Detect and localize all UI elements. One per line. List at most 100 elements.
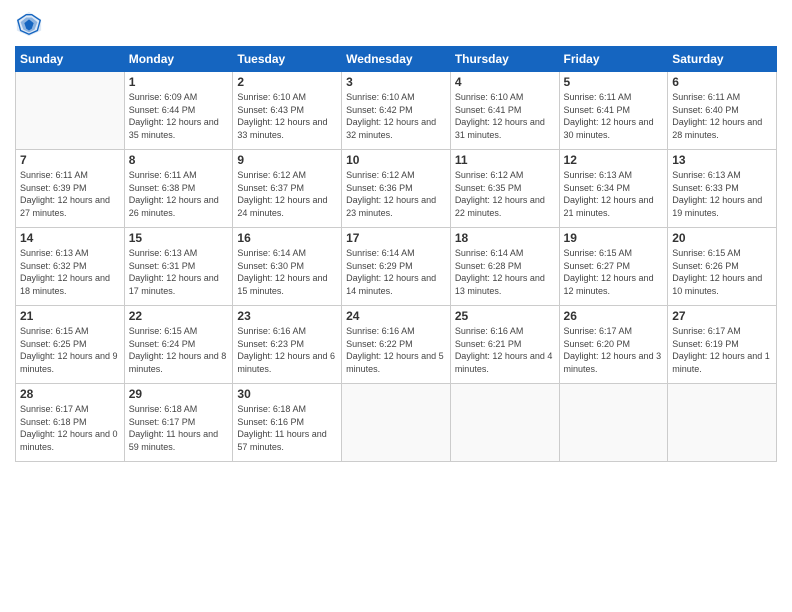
week-row-0: 1 Sunrise: 6:09 AM Sunset: 6:44 PM Daylig… [16, 72, 777, 150]
day-cell: 22 Sunrise: 6:15 AM Sunset: 6:24 PM Dayli… [124, 306, 233, 384]
day-number: 29 [129, 387, 229, 401]
day-cell [16, 72, 125, 150]
day-cell: 17 Sunrise: 6:14 AM Sunset: 6:29 PM Dayli… [342, 228, 451, 306]
day-cell: 12 Sunrise: 6:13 AM Sunset: 6:34 PM Dayli… [559, 150, 668, 228]
day-number: 1 [129, 75, 229, 89]
day-number: 2 [237, 75, 337, 89]
day-number: 17 [346, 231, 446, 245]
day-info: Sunrise: 6:11 AM Sunset: 6:41 PM Dayligh… [564, 91, 664, 141]
day-number: 8 [129, 153, 229, 167]
day-info: Sunrise: 6:11 AM Sunset: 6:38 PM Dayligh… [129, 169, 229, 219]
day-number: 25 [455, 309, 555, 323]
day-info: Sunrise: 6:15 AM Sunset: 6:26 PM Dayligh… [672, 247, 772, 297]
day-cell: 19 Sunrise: 6:15 AM Sunset: 6:27 PM Dayli… [559, 228, 668, 306]
day-info: Sunrise: 6:12 AM Sunset: 6:37 PM Dayligh… [237, 169, 337, 219]
day-number: 9 [237, 153, 337, 167]
day-number: 28 [20, 387, 120, 401]
day-info: Sunrise: 6:13 AM Sunset: 6:34 PM Dayligh… [564, 169, 664, 219]
day-info: Sunrise: 6:15 AM Sunset: 6:25 PM Dayligh… [20, 325, 120, 375]
day-info: Sunrise: 6:13 AM Sunset: 6:33 PM Dayligh… [672, 169, 772, 219]
day-number: 20 [672, 231, 772, 245]
day-cell: 18 Sunrise: 6:14 AM Sunset: 6:28 PM Dayli… [450, 228, 559, 306]
day-number: 22 [129, 309, 229, 323]
day-info: Sunrise: 6:10 AM Sunset: 6:42 PM Dayligh… [346, 91, 446, 141]
header-friday: Friday [559, 47, 668, 72]
header-wednesday: Wednesday [342, 47, 451, 72]
day-info: Sunrise: 6:17 AM Sunset: 6:18 PM Dayligh… [20, 403, 120, 453]
day-cell: 2 Sunrise: 6:10 AM Sunset: 6:43 PM Daylig… [233, 72, 342, 150]
day-cell: 28 Sunrise: 6:17 AM Sunset: 6:18 PM Dayli… [16, 384, 125, 462]
day-number: 26 [564, 309, 664, 323]
week-row-2: 14 Sunrise: 6:13 AM Sunset: 6:32 PM Dayli… [16, 228, 777, 306]
day-number: 11 [455, 153, 555, 167]
day-info: Sunrise: 6:18 AM Sunset: 6:16 PM Dayligh… [237, 403, 337, 453]
day-cell: 3Sunrise: 6:10 AM Sunset: 6:42 PM Daylig… [342, 72, 451, 150]
day-cell: 23 Sunrise: 6:16 AM Sunset: 6:23 PM Dayli… [233, 306, 342, 384]
day-info: Sunrise: 6:15 AM Sunset: 6:24 PM Dayligh… [129, 325, 229, 375]
day-cell: 15Sunrise: 6:13 AM Sunset: 6:31 PM Dayli… [124, 228, 233, 306]
day-cell: 24Sunrise: 6:16 AM Sunset: 6:22 PM Dayli… [342, 306, 451, 384]
calendar-table: SundayMondayTuesdayWednesdayThursdayFrid… [15, 46, 777, 462]
header-sunday: Sunday [16, 47, 125, 72]
day-info: Sunrise: 6:11 AM Sunset: 6:40 PM Dayligh… [672, 91, 772, 141]
day-info: Sunrise: 6:18 AM Sunset: 6:17 PM Dayligh… [129, 403, 229, 453]
week-row-3: 21 Sunrise: 6:15 AM Sunset: 6:25 PM Dayli… [16, 306, 777, 384]
day-number: 12 [564, 153, 664, 167]
day-number: 18 [455, 231, 555, 245]
day-cell [342, 384, 451, 462]
day-info: Sunrise: 6:15 AM Sunset: 6:27 PM Dayligh… [564, 247, 664, 297]
day-number: 16 [237, 231, 337, 245]
header-tuesday: Tuesday [233, 47, 342, 72]
header [15, 10, 777, 38]
day-cell: 26 Sunrise: 6:17 AM Sunset: 6:20 PM Dayli… [559, 306, 668, 384]
day-cell: 30 Sunrise: 6:18 AM Sunset: 6:16 PM Dayli… [233, 384, 342, 462]
day-number: 27 [672, 309, 772, 323]
day-cell [559, 384, 668, 462]
day-cell: 25 Sunrise: 6:16 AM Sunset: 6:21 PM Dayli… [450, 306, 559, 384]
day-number: 14 [20, 231, 120, 245]
header-thursday: Thursday [450, 47, 559, 72]
day-cell: 5 Sunrise: 6:11 AM Sunset: 6:41 PM Daylig… [559, 72, 668, 150]
day-number: 21 [20, 309, 120, 323]
day-cell: 4 Sunrise: 6:10 AM Sunset: 6:41 PM Daylig… [450, 72, 559, 150]
day-number: 19 [564, 231, 664, 245]
day-info: Sunrise: 6:09 AM Sunset: 6:44 PM Dayligh… [129, 91, 229, 141]
day-number: 23 [237, 309, 337, 323]
day-cell: 11 Sunrise: 6:12 AM Sunset: 6:35 PM Dayli… [450, 150, 559, 228]
day-cell [450, 384, 559, 462]
day-cell: 21 Sunrise: 6:15 AM Sunset: 6:25 PM Dayli… [16, 306, 125, 384]
day-info: Sunrise: 6:17 AM Sunset: 6:20 PM Dayligh… [564, 325, 664, 375]
day-cell: 1 Sunrise: 6:09 AM Sunset: 6:44 PM Daylig… [124, 72, 233, 150]
day-cell: 29 Sunrise: 6:18 AM Sunset: 6:17 PM Dayli… [124, 384, 233, 462]
day-info: Sunrise: 6:10 AM Sunset: 6:41 PM Dayligh… [455, 91, 555, 141]
day-info: Sunrise: 6:17 AM Sunset: 6:19 PM Dayligh… [672, 325, 772, 375]
logo [15, 10, 47, 38]
day-number: 24 [346, 309, 446, 323]
week-row-1: 7Sunrise: 6:11 AM Sunset: 6:39 PM Daylig… [16, 150, 777, 228]
day-info: Sunrise: 6:14 AM Sunset: 6:30 PM Dayligh… [237, 247, 337, 297]
day-info: Sunrise: 6:14 AM Sunset: 6:28 PM Dayligh… [455, 247, 555, 297]
day-info: Sunrise: 6:16 AM Sunset: 6:23 PM Dayligh… [237, 325, 337, 375]
page: SundayMondayTuesdayWednesdayThursdayFrid… [0, 0, 792, 612]
day-number: 4 [455, 75, 555, 89]
day-info: Sunrise: 6:10 AM Sunset: 6:43 PM Dayligh… [237, 91, 337, 141]
day-cell: 10 Sunrise: 6:12 AM Sunset: 6:36 PM Dayli… [342, 150, 451, 228]
week-row-4: 28 Sunrise: 6:17 AM Sunset: 6:18 PM Dayli… [16, 384, 777, 462]
day-cell: 27 Sunrise: 6:17 AM Sunset: 6:19 PM Dayli… [668, 306, 777, 384]
day-number: 10 [346, 153, 446, 167]
day-info: Sunrise: 6:11 AM Sunset: 6:39 PM Dayligh… [20, 169, 120, 219]
day-info: Sunrise: 6:14 AM Sunset: 6:29 PM Dayligh… [346, 247, 446, 297]
day-cell [668, 384, 777, 462]
day-number: 30 [237, 387, 337, 401]
day-info: Sunrise: 6:12 AM Sunset: 6:35 PM Dayligh… [455, 169, 555, 219]
day-cell: 20 Sunrise: 6:15 AM Sunset: 6:26 PM Dayli… [668, 228, 777, 306]
day-cell: 8 Sunrise: 6:11 AM Sunset: 6:38 PM Daylig… [124, 150, 233, 228]
day-info: Sunrise: 6:16 AM Sunset: 6:21 PM Dayligh… [455, 325, 555, 375]
day-info: Sunrise: 6:13 AM Sunset: 6:32 PM Dayligh… [20, 247, 120, 297]
day-number: 5 [564, 75, 664, 89]
logo-icon [15, 10, 43, 38]
day-cell: 14 Sunrise: 6:13 AM Sunset: 6:32 PM Dayli… [16, 228, 125, 306]
day-info: Sunrise: 6:12 AM Sunset: 6:36 PM Dayligh… [346, 169, 446, 219]
day-cell: 6Sunrise: 6:11 AM Sunset: 6:40 PM Daylig… [668, 72, 777, 150]
day-number: 15 [129, 231, 229, 245]
